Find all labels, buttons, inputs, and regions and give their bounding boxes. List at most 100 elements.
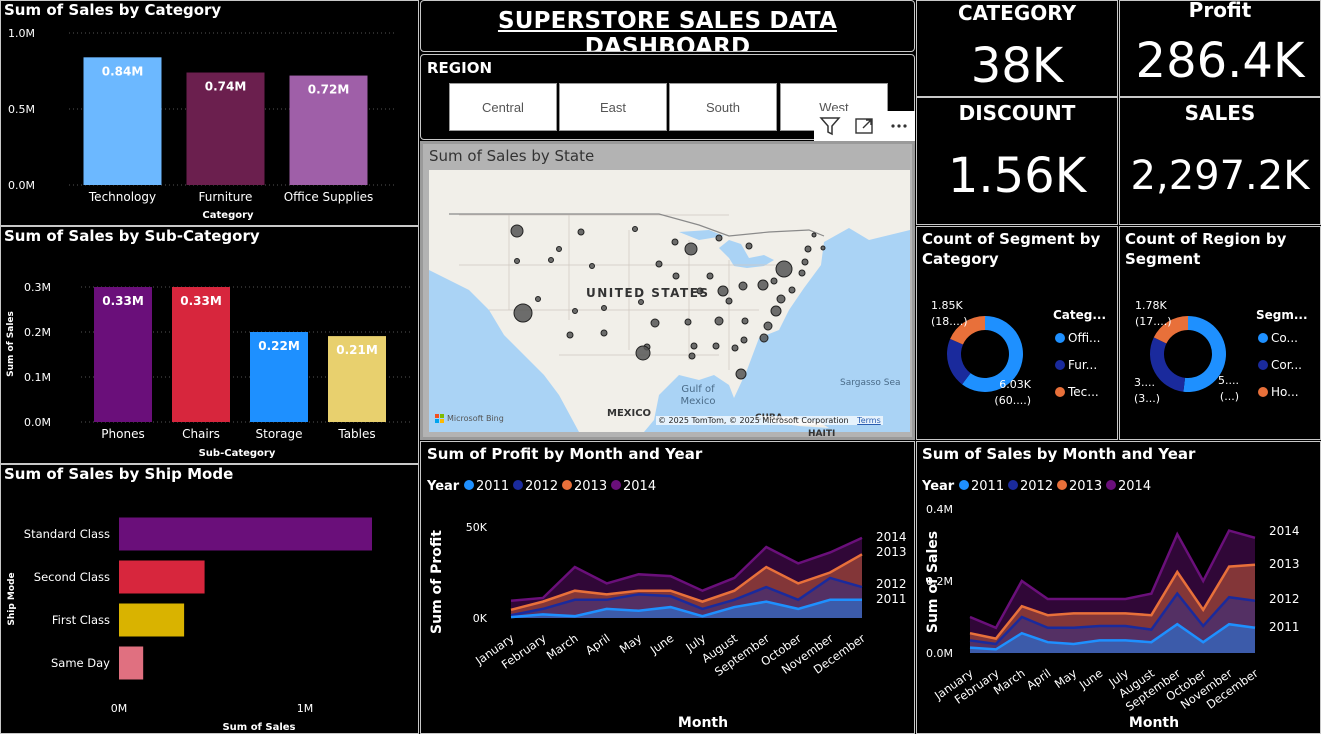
legend-title: Categ... <box>1053 308 1106 322</box>
series-end-label: 2014 <box>876 530 907 544</box>
profit-by-month-chart[interactable]: 0K50K2014201320122011JanuaryFebruaryMarc… <box>421 442 915 734</box>
map-bubble <box>684 242 698 256</box>
series-end-label: 2012 <box>1269 592 1300 606</box>
legend-marker <box>562 480 572 490</box>
sales-by-month-panel[interactable]: Sum of Sales by Month and Year 0.0M 0.2M 0… <box>916 441 1321 734</box>
legend-label: 2012 <box>1020 479 1053 494</box>
segment-by-category-panel[interactable]: Count of Segment by Category 6.03K (60...… <box>916 226 1118 440</box>
sales-by-category-chart[interactable]: 0.0M 0.5M 1.0M 0.84M Technology 0.74M Furnitur… <box>1 1 419 226</box>
legend-label: 2013 <box>1069 479 1102 494</box>
filter-icon[interactable] <box>819 115 841 137</box>
y-tick-label: Second Class <box>34 570 110 584</box>
kpi-value: 1.56K <box>947 148 1087 204</box>
profit-by-month-panel[interactable]: Sum of Profit by Month and Year 0K 50K 201… <box>420 441 915 734</box>
y-tick-label: 0.1M <box>24 371 51 384</box>
legend-marker <box>1008 480 1018 490</box>
y-axis-title: Sum of Sales <box>925 531 941 633</box>
x-tick-label: Technology <box>88 190 156 204</box>
map-label-gulf: Gulf of Mexico <box>680 384 716 407</box>
legend-title: Year <box>921 479 955 494</box>
data-label: (18....) <box>931 315 968 328</box>
visual-header <box>814 111 915 141</box>
terms-link[interactable]: Terms <box>857 416 881 425</box>
x-tick-label: May <box>1052 666 1080 691</box>
bar <box>119 517 372 551</box>
y-axis-title: Ship Mode <box>7 572 17 625</box>
focus-mode-icon[interactable] <box>854 115 876 137</box>
y-tick-label: 0.0M <box>8 179 35 192</box>
data-label: (17....) <box>1135 315 1172 328</box>
bing-logo: Microsoft Bing <box>435 414 504 423</box>
sales-by-month-chart[interactable]: 0.0M0.2M0.4M2014201320122011JanuaryFebru… <box>917 442 1321 734</box>
x-tick-label: April <box>1024 666 1054 693</box>
sales-by-state-map-panel[interactable]: Sum of Sales by State UNITED STATES Gulf… <box>420 141 915 440</box>
map-bubble <box>776 294 786 304</box>
y-axis-title: Sum of Profit <box>429 530 445 634</box>
legend-marker <box>959 480 969 490</box>
region-slicer-title: REGION <box>427 59 492 77</box>
map-bubble <box>601 305 607 311</box>
map-bubble <box>775 260 793 278</box>
kpi-value: 2,297.2K <box>1130 153 1310 199</box>
map-bubble <box>514 258 520 264</box>
legend-marker <box>611 480 621 490</box>
data-label: 1.78K <box>1135 299 1167 312</box>
map-bubble <box>735 368 747 380</box>
x-tick-label: Storage <box>256 427 303 441</box>
legend-label: 2013 <box>574 479 607 494</box>
sales-by-subcategory-chart[interactable]: 0.0M 0.1M 0.2M 0.3M 0.33M Phones 0.33M Chairs 0.… <box>1 227 419 464</box>
more-options-icon[interactable] <box>888 115 910 137</box>
segment-by-category-donut[interactable]: 6.03K (60....) 1.85K (18....) Categ... Offi..… <box>917 227 1117 439</box>
legend-marker <box>1258 360 1268 370</box>
kpi-category-card: CATEGORY 38K <box>916 0 1118 97</box>
y-tick-label: 50K <box>466 521 488 534</box>
x-axis-title: Category <box>202 210 254 221</box>
region-option-central[interactable]: Central <box>449 83 557 131</box>
x-tick-label: 0M <box>111 702 128 715</box>
sales-by-category-panel[interactable]: Sum of Sales by Category 0.0M 0.5M 1.0M 0.8… <box>0 0 419 226</box>
donut-slice <box>947 338 971 385</box>
map-canvas[interactable] <box>429 170 910 432</box>
map-bubble <box>638 299 644 305</box>
region-by-segment-donut[interactable]: 5.... (...) 3.... (3...) 1.78K (17....) Segm..… <box>1120 227 1320 439</box>
data-label: 1.85K <box>931 299 963 312</box>
data-label: (60....) <box>994 394 1031 407</box>
data-label: 5.... <box>1218 374 1239 387</box>
data-label: 0.21M <box>336 343 378 357</box>
legend-marker <box>1258 387 1268 397</box>
map-bubble <box>763 321 773 331</box>
map-bubble <box>635 345 651 361</box>
sales-by-subcategory-panel[interactable]: Sum of Sales by Sub-Category 0.0M 0.1M 0.2… <box>0 226 419 464</box>
y-tick-label: 0.0M <box>24 416 51 429</box>
map-bubble <box>770 305 782 317</box>
kpi-profit-card: Profit 286.4K <box>1119 0 1321 97</box>
map-bubble <box>706 272 714 280</box>
y-tick-label: First Class <box>52 613 110 627</box>
series-end-label: 2011 <box>1269 620 1300 634</box>
legend-label: Cor... <box>1271 358 1302 372</box>
region-by-segment-panel[interactable]: Count of Region by Segment 5.... (...) 3..… <box>1119 226 1321 440</box>
legend-marker <box>1106 480 1116 490</box>
legend-marker <box>1258 333 1268 343</box>
region-option-east[interactable]: East <box>559 83 667 131</box>
map-bubble <box>820 245 826 251</box>
legend-label: 2011 <box>476 479 509 494</box>
sales-by-shipmode-chart[interactable]: Standard Class Second Class First Class Sam… <box>1 465 419 734</box>
y-tick-label: 0.0M <box>926 647 953 660</box>
map-label-haiti: HAITI <box>808 429 836 439</box>
x-tick-label: Chairs <box>182 427 220 441</box>
kpi-value: 38K <box>970 38 1064 94</box>
map-bubble <box>798 269 806 277</box>
region-option-south[interactable]: South <box>669 83 777 131</box>
x-axis-title: Sum of Sales <box>222 722 295 733</box>
kpi-discount-card: DISCOUNT 1.56K <box>916 97 1118 225</box>
map-attribution: © 2025 TomTom, © 2025 Microsoft Corporat… <box>656 416 883 425</box>
data-label: 0.72M <box>308 83 350 97</box>
map-bubble <box>650 318 660 328</box>
legend-marker <box>513 480 523 490</box>
map-bubble <box>589 263 595 269</box>
legend-label: 2011 <box>971 479 1004 494</box>
legend-marker <box>464 480 474 490</box>
x-axis-title: Month <box>1129 715 1179 731</box>
sales-by-shipmode-panel[interactable]: Sum of Sales by Ship Mode Standard Class… <box>0 464 419 734</box>
